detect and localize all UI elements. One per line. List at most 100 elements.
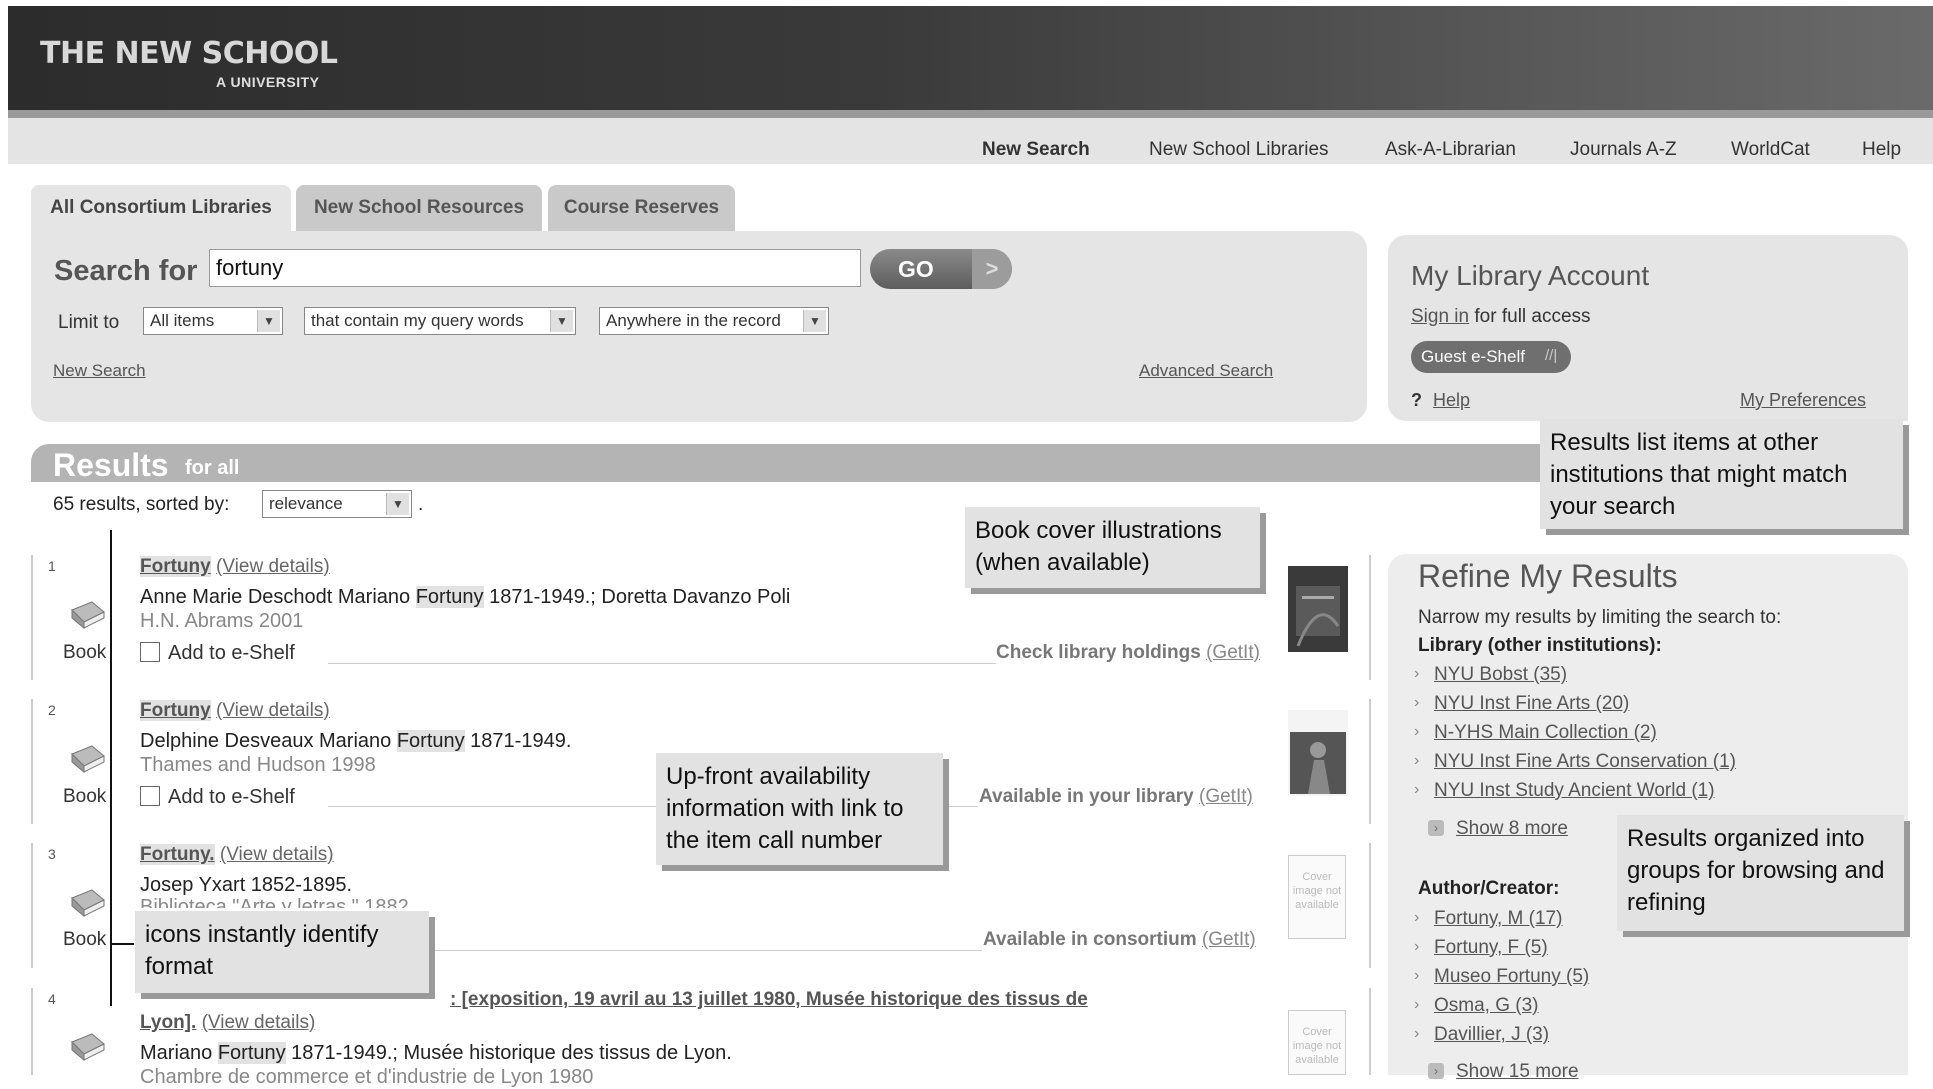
getit-link[interactable]: (GetIt)	[1206, 642, 1260, 663]
limit-where-select[interactable]: Anywhere in the record ▼	[599, 307, 829, 335]
facet-library-item[interactable]: N-YHS Main Collection (2)	[1434, 722, 1657, 744]
book-icon	[71, 1033, 105, 1062]
result-publisher: H.N. Abrams 2001	[140, 610, 304, 632]
result-title-cont[interactable]: Lyon]. (View details)	[140, 1012, 315, 1034]
my-preferences-link[interactable]: My Preferences	[1740, 390, 1866, 411]
account-help-link[interactable]: Help	[1433, 390, 1470, 411]
result-authors: Anne Marie Deschodt Mariano Fortuny 1871…	[140, 586, 791, 608]
expand-icon: ›	[1428, 1063, 1444, 1079]
getit-link[interactable]: (GetIt)	[1199, 786, 1253, 807]
chevron-right-icon: ›	[1414, 996, 1420, 1013]
guest-eshelf-button[interactable]: Guest e-Shelf //|	[1411, 341, 1571, 373]
cover-not-available: Cover image not available	[1288, 1010, 1346, 1075]
facet-author-item[interactable]: Fortuny, M (17)	[1434, 908, 1562, 930]
cover-not-available: Cover image not available	[1288, 855, 1346, 939]
view-details-link[interactable]: (View details)	[216, 700, 330, 721]
site-logo[interactable]: THE NEW SCHOOL	[40, 36, 338, 71]
guest-eshelf-label: Guest e-Shelf	[1421, 347, 1525, 366]
eshelf-checkbox[interactable]	[140, 786, 160, 806]
result-authors: Delphine Desveaux Mariano Fortuny 1871-1…	[140, 730, 572, 752]
search-label: Search for	[54, 255, 198, 287]
limit-words-value: that contain my query words	[311, 311, 524, 330]
account-title: My Library Account	[1411, 260, 1650, 291]
limit-items-value: All items	[150, 311, 215, 330]
limit-label: Limit to	[58, 312, 120, 333]
divider	[328, 663, 996, 664]
nav-new-search[interactable]: New Search	[982, 139, 1090, 161]
facet-author-item[interactable]: Fortuny, F (5)	[1434, 937, 1548, 959]
sign-in-link[interactable]: Sign in	[1411, 306, 1469, 327]
show-more-library[interactable]: Show 8 more	[1456, 818, 1568, 840]
facet-author-item[interactable]: Museo Fortuny (5)	[1434, 966, 1589, 988]
availability-status: Check library holdings (GetIt)	[996, 642, 1260, 663]
result-number: 2	[48, 702, 56, 718]
header-stripe	[8, 110, 1933, 118]
view-details-link[interactable]: (View details)	[220, 844, 334, 865]
tab-new-school-resources[interactable]: New School Resources	[296, 185, 542, 231]
result-authors: Mariano Fortuny 1871-1949.; Musée histor…	[140, 1042, 732, 1064]
getit-link[interactable]: (GetIt)	[1202, 929, 1256, 950]
nav-help[interactable]: Help	[1862, 139, 1901, 161]
chevron-right-icon: ›	[1414, 752, 1420, 769]
go-button[interactable]: GO >	[870, 249, 1012, 289]
expand-icon: ›	[1428, 820, 1444, 836]
result-number: 3	[48, 846, 56, 862]
search-input[interactable]: fortuny	[209, 249, 861, 287]
advanced-search-link[interactable]: Advanced Search	[1139, 361, 1273, 381]
tab-course-reserves[interactable]: Course Reserves	[548, 185, 735, 231]
facet-library-item[interactable]: NYU Inst Fine Arts (20)	[1434, 693, 1629, 715]
add-to-eshelf[interactable]: Add to e-Shelf	[140, 786, 295, 809]
nav-new-school-libraries[interactable]: New School Libraries	[1149, 139, 1329, 161]
result-number: 1	[48, 558, 56, 574]
result-publisher: Thames and Hudson 1998	[140, 754, 376, 776]
site-logo-tagline: A UNIVERSITY	[216, 74, 320, 90]
facet-author-item[interactable]: Davillier, J (3)	[1434, 1024, 1549, 1046]
nav-worldcat[interactable]: WorldCat	[1731, 139, 1810, 161]
format-label: Book	[63, 786, 107, 807]
callout-covers: Book cover illustrations (when available…	[965, 507, 1260, 588]
callout-other-institutions: Results list items at other institutions…	[1540, 419, 1903, 529]
facet-library-item[interactable]: NYU Inst Study Ancient World (1)	[1434, 780, 1715, 802]
availability-status: Available in consortium (GetIt)	[983, 929, 1256, 950]
chevron-right-icon: ›	[1414, 694, 1420, 711]
result-title[interactable]: Fortuny (View details)	[140, 700, 330, 722]
new-search-link[interactable]: New Search	[53, 361, 146, 381]
limit-items-select[interactable]: All items ▼	[143, 307, 283, 335]
facet-library-item[interactable]: NYU Inst Fine Arts Conservation (1)	[1434, 751, 1736, 773]
book-icon	[71, 889, 105, 918]
chevron-right-icon: ›	[1414, 909, 1420, 926]
result-title[interactable]: Fortuny. (View details)	[140, 844, 334, 866]
limit-words-select[interactable]: that contain my query words ▼	[304, 307, 576, 335]
results-count: 65 results, sorted by:	[53, 494, 230, 515]
author-facet-heading: Author/Creator:	[1418, 878, 1560, 899]
site-header: THE NEW SCHOOL A UNIVERSITY	[8, 6, 1933, 118]
sign-in-suffix: for full access	[1474, 306, 1591, 327]
book-cover-image[interactable]	[1288, 710, 1348, 796]
eshelf-checkbox[interactable]	[140, 642, 160, 662]
sort-select[interactable]: relevance ▼	[262, 490, 412, 518]
view-details-link[interactable]: (View details)	[202, 1012, 316, 1033]
divider	[430, 950, 982, 951]
callout-icons: icons instantly identify format	[135, 911, 429, 993]
chevron-down-icon: ▼	[803, 310, 826, 332]
results-title: Results	[53, 447, 169, 483]
tab-all-consortium-libraries[interactable]: All Consortium Libraries	[31, 185, 291, 231]
format-label: Book	[63, 642, 107, 663]
add-to-eshelf[interactable]: Add to e-Shelf	[140, 642, 295, 665]
refine-title: Refine My Results	[1418, 558, 1678, 594]
facet-library-item[interactable]: NYU Bobst (35)	[1434, 664, 1567, 686]
result-title[interactable]: Fortuny (View details)	[140, 556, 330, 578]
nav-ask-a-librarian[interactable]: Ask-A-Librarian	[1385, 139, 1516, 161]
view-details-link[interactable]: (View details)	[216, 556, 330, 577]
result-title[interactable]: : [exposition, 19 avril au 13 juillet 19…	[450, 989, 1088, 1011]
help-icon: ?	[1411, 390, 1422, 410]
nav-journals-a-z[interactable]: Journals A-Z	[1570, 139, 1677, 161]
result-authors: Josep Yxart 1852-1895.	[140, 874, 353, 896]
go-button-label: GO	[898, 256, 934, 282]
book-cover-image[interactable]	[1288, 566, 1348, 652]
result-publisher: Biblioteca "Arte y letras," 1882	[140, 896, 409, 908]
show-more-author[interactable]: Show 15 more	[1456, 1061, 1579, 1083]
facet-author-item[interactable]: Osma, G (3)	[1434, 995, 1539, 1017]
sort-value: relevance	[269, 494, 343, 513]
results-header-bar: Results for all	[31, 444, 1561, 483]
